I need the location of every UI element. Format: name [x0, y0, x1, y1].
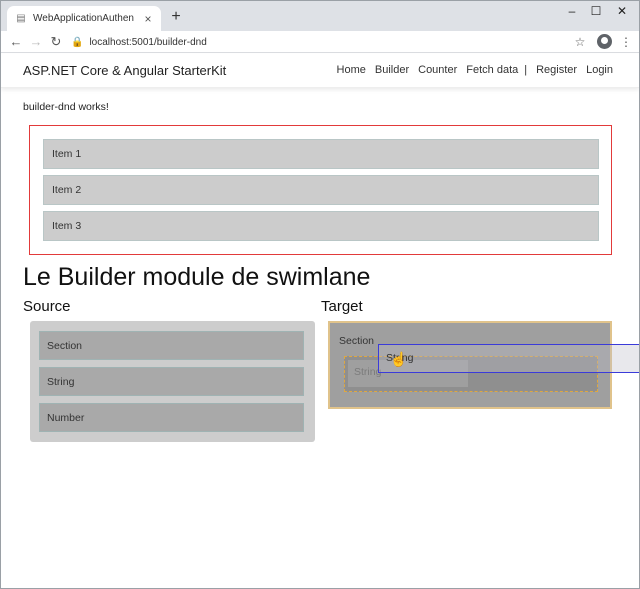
list-item[interactable]: Item 2 [43, 175, 599, 205]
nav-link-fetch-data[interactable]: Fetch data [466, 64, 518, 76]
nav-link-login[interactable]: Login [586, 64, 613, 76]
tab-title: WebApplicationAuthen [33, 13, 134, 24]
source-item-string[interactable]: String [39, 367, 304, 396]
tab-close-icon[interactable]: × [141, 12, 155, 26]
page-favicon-icon: ▤ [16, 12, 26, 24]
source-title: Source [23, 298, 71, 315]
source-item-number[interactable]: Number [39, 403, 304, 432]
page-title: Le Builder module de swimlane [23, 263, 371, 291]
app-brand[interactable]: ASP.NET Core & Angular StarterKit [23, 63, 226, 78]
nav-link-register[interactable]: Register [536, 64, 577, 76]
browser-menu-icon[interactable]: ⋮ [617, 33, 635, 51]
drag-preview[interactable]: String [378, 344, 639, 373]
component-status-text: builder-dnd works! [23, 101, 109, 113]
app-navbar: ASP.NET Core & Angular StarterKit Home B… [1, 54, 639, 88]
lock-icon: 🔒 [71, 36, 84, 48]
target-title: Target [321, 298, 363, 315]
nav-link-builder[interactable]: Builder [375, 64, 409, 76]
forward-button[interactable]: → [27, 33, 45, 51]
nav-links: Home Builder Counter Fetch data | Regist… [328, 64, 613, 76]
source-panel: Section String Number [30, 321, 315, 442]
bookmark-star-icon[interactable]: ☆ [571, 33, 589, 51]
sortable-list: Item 1 Item 2 Item 3 [29, 125, 612, 255]
reload-button[interactable]: ↻ [47, 33, 65, 51]
url-text: localhost:5001/builder-dnd [89, 36, 207, 48]
address-bar[interactable]: 🔒 localhost:5001/builder-dnd [71, 33, 591, 51]
nav-separator: | [524, 64, 528, 76]
source-item-section[interactable]: Section [39, 331, 304, 360]
tab-strip: ▤ WebApplicationAuthen × + – ☐ ✕ [1, 1, 639, 31]
browser-toolbar: ← → ↻ 🔒 localhost:5001/builder-dnd ☆ ⋮ [1, 31, 639, 53]
back-button[interactable]: ← [7, 33, 25, 51]
browser-tab[interactable]: ▤ WebApplicationAuthen × [7, 6, 161, 31]
nav-link-counter[interactable]: Counter [418, 64, 457, 76]
nav-link-home[interactable]: Home [337, 64, 366, 76]
browser-window: ▤ WebApplicationAuthen × + – ☐ ✕ ← → ↻ 🔒… [0, 0, 640, 589]
new-tab-button[interactable]: + [167, 8, 185, 26]
list-item[interactable]: Item 1 [43, 139, 599, 169]
hand-cursor-icon: ☝ [390, 351, 408, 367]
list-item[interactable]: Item 3 [43, 211, 599, 241]
profile-avatar-icon[interactable] [597, 34, 612, 49]
close-window-button[interactable]: ✕ [607, 3, 637, 19]
target-section-label: Section [339, 335, 375, 347]
